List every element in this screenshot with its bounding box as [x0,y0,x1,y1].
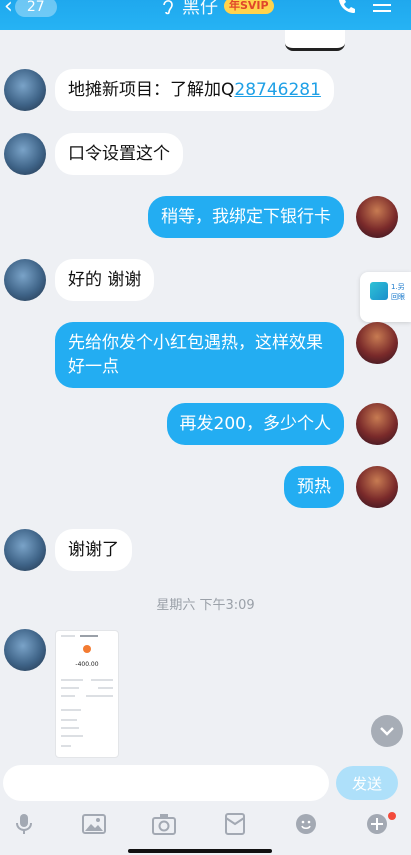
message-text: 谢谢了 [68,540,119,560]
chat-header: ‹ 27 黑仔 年SVIP [0,0,411,30]
message-text: 先给你发个小红包遇热，这样效果好一点 [68,333,323,377]
receipt-line [61,735,83,737]
message-bubble[interactable]: 好的 谢谢 [55,259,155,301]
voice-icon[interactable] [12,812,36,836]
receipt-line [61,709,81,711]
svip-badge: 年SVIP [224,0,274,14]
receipt-line [91,679,113,681]
floating-card[interactable]: 1.另 回眼 [360,272,411,322]
receipt-logo [83,645,91,653]
message-bubble[interactable]: 口令设置这个 [55,133,183,175]
emoji-icon[interactable] [294,812,318,836]
avatar[interactable] [4,133,46,175]
qq-number-link[interactable]: 28746281 [234,80,321,100]
avatar[interactable] [4,259,46,301]
phone-icon[interactable] [338,0,356,14]
receipt-line [80,635,98,637]
receipt-line [86,695,113,697]
receipt-line [61,719,77,721]
scroll-to-bottom-button[interactable] [371,715,403,747]
receipt-line [61,727,79,729]
message-bubble[interactable]: 稍等，我绑定下银行卡 [148,196,344,238]
chevron-down-icon [380,727,394,736]
ear-icon [163,0,173,15]
contact-name: 黑仔 [182,0,218,18]
avatar[interactable] [4,529,46,571]
message-text: 预热 [297,477,331,497]
chat-toolbar [0,806,411,846]
plus-icon[interactable] [365,812,389,836]
unread-count: 27 [14,0,57,17]
receipt-screenshot-image[interactable]: -400.00 [55,630,119,758]
avatar[interactable] [356,466,398,508]
message-input[interactable] [3,765,329,801]
notification-dot [388,812,396,820]
receipt-line [61,745,71,747]
receipt-line [61,695,75,697]
input-bar: 发送 [0,762,411,806]
avatar[interactable] [4,69,46,111]
message-bubble[interactable]: 预热 [284,466,344,508]
message-text: 稍等，我绑定下银行卡 [161,207,331,227]
receipt-line [61,679,83,681]
chat-title[interactable]: 黑仔 年SVIP [160,0,274,18]
avatar[interactable] [356,403,398,445]
message-bubble[interactable]: 再发200，多少个人 [166,403,344,445]
receipt-line [98,687,113,689]
camera-icon[interactable] [152,812,176,836]
message-bubble[interactable]: 地摊新项目：了解加Q28746281 [55,69,334,111]
message-bubble[interactable]: 谢谢了 [55,529,132,571]
receipt-amount: -400.00 [75,661,99,668]
card-text: 1.另 回眼 [391,283,405,301]
avatar[interactable] [356,322,398,364]
home-indicator [128,849,272,853]
message-text: 好的 谢谢 [68,270,142,290]
card-thumbnail [370,282,388,300]
message-text: 再发200，多少个人 [179,414,331,434]
message-text: 口令设置这个 [68,144,170,164]
send-button[interactable]: 发送 [336,766,398,800]
menu-icon[interactable] [373,0,391,12]
avatar[interactable] [4,629,46,671]
receipt-line [61,687,79,689]
chevron-left-icon: ‹ [4,0,13,19]
image-icon[interactable] [82,812,106,836]
timestamp: 星期六 下午3:09 [156,598,255,613]
message-bubble[interactable]: 先给你发个小红包遇热，这样效果好一点 [55,322,344,388]
avatar[interactable] [356,196,398,238]
receipt-line [61,635,75,637]
previous-message-edge [285,30,345,51]
red-packet-icon[interactable] [223,812,247,836]
back-button[interactable]: ‹ 27 [4,0,57,20]
message-text: 地摊新项目：了解加Q [68,80,235,100]
